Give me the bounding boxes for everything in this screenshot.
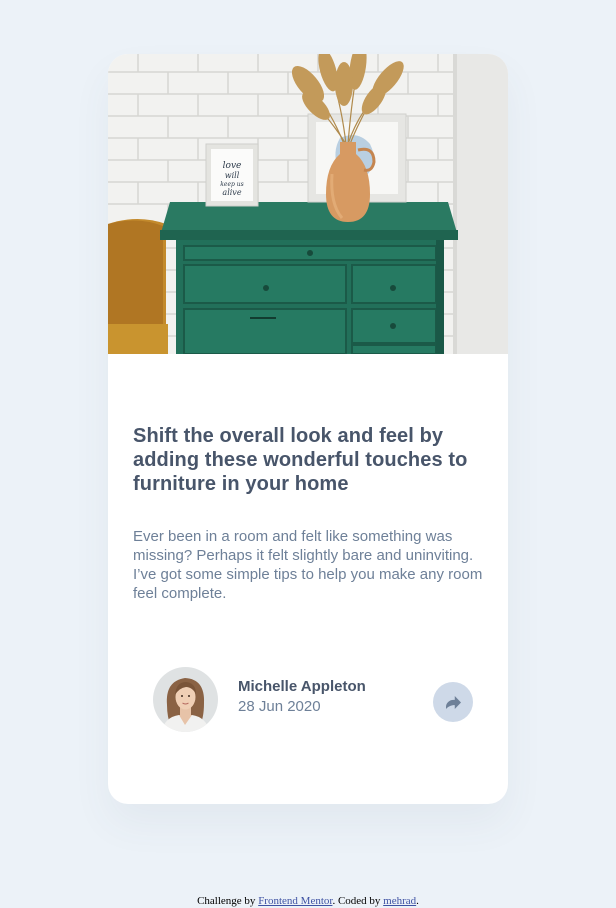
article-image: love will keep us alive <box>108 54 508 354</box>
author-name: Michelle Appleton <box>238 678 366 695</box>
share-button[interactable] <box>433 682 473 722</box>
author-avatar <box>153 667 218 732</box>
attribution-footer: Challenge by Frontend Mentor. Coded by m… <box>0 895 616 908</box>
svg-text:keep us: keep us <box>220 181 243 188</box>
attribution-suffix: . <box>416 895 419 907</box>
svg-text:alive: alive <box>222 188 241 197</box>
publish-date: 28 Jun 2020 <box>238 698 321 715</box>
share-icon <box>445 695 461 709</box>
frontend-mentor-link[interactable]: Frontend Mentor <box>258 895 332 907</box>
attribution-middle: . Coded by <box>332 895 384 907</box>
attribution-prefix: Challenge by <box>197 895 259 907</box>
article-preview-card: love will keep us alive Shift the overal… <box>108 54 508 804</box>
article-title: Shift the overall look and feel by addin… <box>133 425 468 495</box>
author-section: Michelle Appleton 28 Jun 2020 <box>153 667 473 732</box>
coder-link[interactable]: mehrad <box>383 895 416 907</box>
svg-text:will: will <box>225 171 240 180</box>
article-description: Ever been in a room and felt like someth… <box>133 528 483 602</box>
svg-text:love: love <box>223 161 242 171</box>
